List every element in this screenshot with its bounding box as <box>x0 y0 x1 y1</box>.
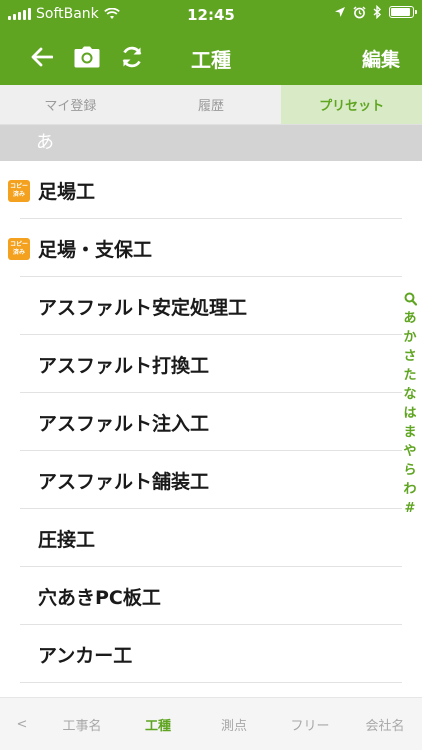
status-icons <box>334 5 417 19</box>
list-item[interactable]: 穴あきPC板工 <box>0 567 422 625</box>
section-header: あ <box>0 125 422 161</box>
list-item-label: 足場・支保工 <box>38 238 153 261</box>
list-item[interactable]: アスファルト注入工 <box>0 393 422 451</box>
list-item-label: アスファルト打換工 <box>38 354 210 377</box>
list-item-label: アンカー工 <box>38 644 133 667</box>
list-item-label: アスファルト安定処理工 <box>38 296 248 319</box>
index-na[interactable]: な <box>403 385 416 404</box>
list-item[interactable]: アンカー工 <box>0 625 422 683</box>
list-item-label: 足場工 <box>38 180 96 203</box>
index-a[interactable]: あ <box>403 309 416 328</box>
list-item-label: 穴あきPC板工 <box>38 586 161 609</box>
index-ka[interactable]: か <box>403 328 416 347</box>
bottom-tab-free[interactable]: フリー <box>272 715 348 734</box>
battery-icon <box>389 6 417 18</box>
bottom-tab-company-name[interactable]: 会社名 <box>348 715 422 734</box>
index-ta[interactable]: た <box>403 366 416 385</box>
divider <box>20 682 402 683</box>
index-sa[interactable]: さ <box>403 347 416 366</box>
index-ha[interactable]: は <box>403 404 416 423</box>
copied-badge: コピー 済み <box>8 238 30 260</box>
edit-button[interactable]: 編集 <box>362 45 400 72</box>
bluetooth-icon <box>373 5 382 19</box>
list-item[interactable]: アスファルト舗装工 <box>0 451 422 509</box>
tab-preset[interactable]: プリセット <box>281 85 422 124</box>
tab-bar: マイ登録 履歴 プリセット <box>0 85 422 125</box>
page-title: 工種 <box>191 48 231 72</box>
bottom-tab-back[interactable]: < <box>0 717 44 732</box>
alarm-icon <box>353 5 366 18</box>
tab-history[interactable]: 履歴 <box>141 85 282 124</box>
work-type-list: コピー 済み 足場工 コピー 済み 足場・支保工 アスファルト安定処理工 アスファル… <box>0 161 422 683</box>
index-hash[interactable]: # <box>405 499 416 518</box>
navigation-bar: 工種 編集 <box>0 30 422 85</box>
list-item[interactable]: アスファルト打換工 <box>0 335 422 393</box>
list-item-label: 圧接工 <box>38 528 96 551</box>
list-item[interactable]: アスファルト安定処理工 <box>0 277 422 335</box>
tab-my-registration[interactable]: マイ登録 <box>0 85 141 124</box>
search-icon[interactable] <box>404 292 417 306</box>
section-index[interactable]: あ か さ た な は ま や ら わ # <box>402 292 418 518</box>
copied-badge: コピー 済み <box>8 180 30 202</box>
status-bar: SoftBank 12:45 <box>0 0 422 30</box>
bottom-tab-work-type[interactable]: 工種 <box>120 715 196 734</box>
list-item[interactable]: コピー 済み 足場・支保工 <box>0 219 422 277</box>
bottom-tab-bar: < 工事名 工種 測点 フリー 会社名 <box>0 697 422 750</box>
list-item-label: アスファルト注入工 <box>38 412 210 435</box>
list-item[interactable]: コピー 済み 足場工 <box>0 161 422 219</box>
bottom-tab-survey-point[interactable]: 測点 <box>196 715 272 734</box>
index-wa[interactable]: わ <box>403 480 416 499</box>
list-item-label: アスファルト舗装工 <box>38 470 210 493</box>
index-ma[interactable]: ま <box>403 423 416 442</box>
list-item[interactable]: 圧接工 <box>0 509 422 567</box>
index-ra[interactable]: ら <box>403 461 416 480</box>
location-arrow-icon <box>335 7 345 17</box>
index-ya[interactable]: や <box>403 442 416 461</box>
bottom-tab-project-name[interactable]: 工事名 <box>44 715 120 734</box>
